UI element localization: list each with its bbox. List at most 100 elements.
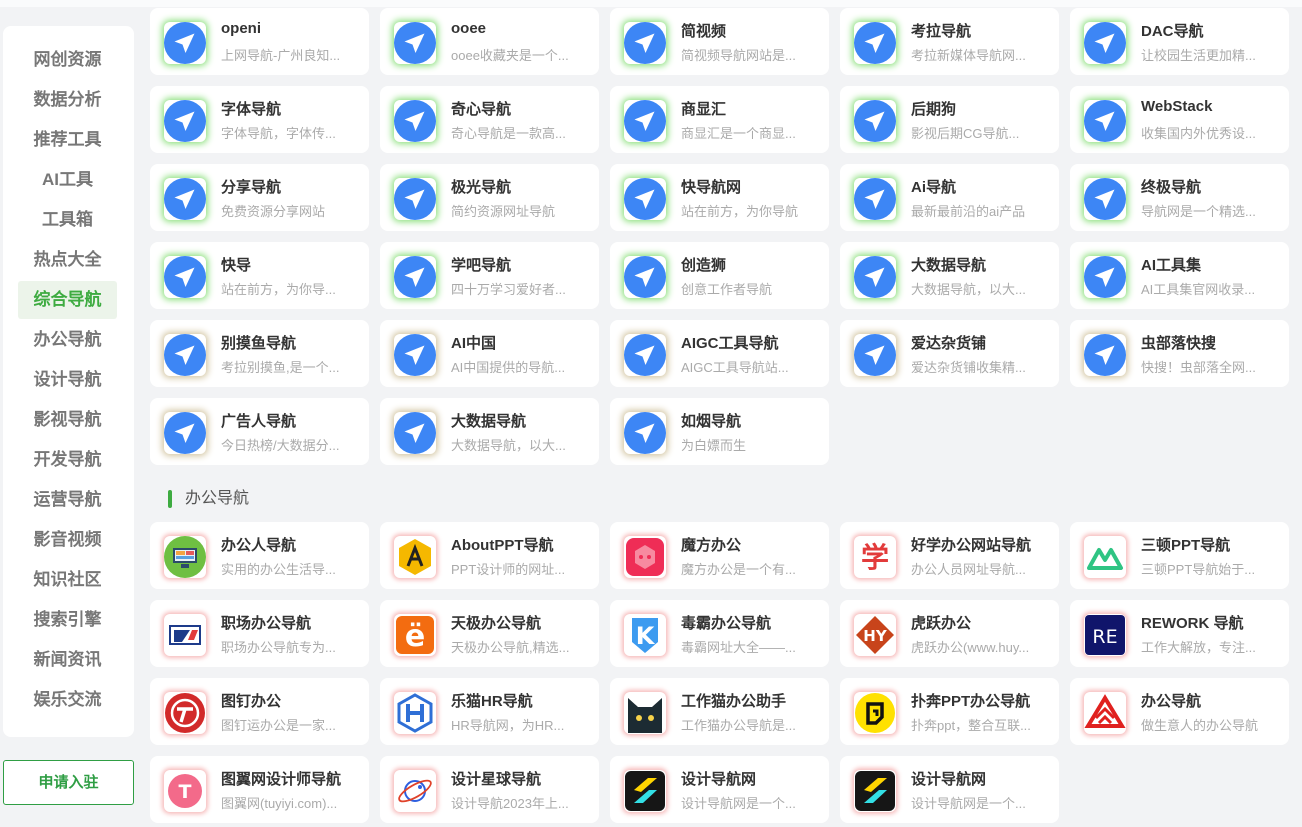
site-card[interactable]: RE REWORK 导航 工作大解放，专注... [1070,600,1289,667]
sidebar-item[interactable]: 设计导航 [18,361,117,399]
site-title: 办公人导航 [221,537,297,554]
site-card[interactable]: AI工具集 AI工具集官网收录... [1070,242,1289,309]
site-title: 虎跃办公 [911,615,972,632]
tianji-logo-icon: ë [394,614,436,656]
site-description: 图钉运办公是一家... [221,718,336,733]
site-title: 办公导航 [1141,693,1202,710]
site-title: 设计导航网 [911,771,987,788]
paper-plane-icon [1084,100,1126,142]
site-card[interactable]: AI中国 AI中国提供的导航... [380,320,599,387]
sidebar-item[interactable]: 知识社区 [18,561,117,599]
apply-button[interactable]: 申请入驻 [3,760,134,805]
tuyi-logo-icon: T [164,770,206,812]
site-card[interactable]: 快导航网 站在前方，为你导航 [610,164,829,231]
site-description: 今日热榜/大数据分... [221,438,340,453]
sidebar-item[interactable]: 数据分析 [18,81,117,119]
site-card[interactable]: WebStack 收集国内外优秀设... [1070,86,1289,153]
site-card[interactable]: HY 虎跃办公 虎跃办公(www.huy... [840,600,1059,667]
puben-logo-icon [854,692,896,734]
site-card[interactable]: openi 上网导航-广州良知... [150,8,369,75]
shejidaohang-logo-icon [854,770,896,812]
site-card[interactable]: 办公导航 做生意人的办公导航 [1070,678,1289,745]
site-card[interactable]: 学吧导航 四十万学习爱好者... [380,242,599,309]
site-card[interactable]: 如烟导航 为白嫖而生 [610,398,829,465]
site-card[interactable]: ooee ooee收藏夹是一个... [380,8,599,75]
site-card[interactable]: 考拉导航 考拉新媒体导航网... [840,8,1059,75]
sidebar-item[interactable]: 影视导航 [18,401,117,439]
paper-plane-icon [164,22,206,64]
site-card[interactable]: 图钉办公 图钉运办公是一家... [150,678,369,745]
site-description: 职场办公导航专为... [221,640,336,655]
sidebar-item[interactable]: AI工具 [18,161,117,199]
site-card[interactable]: 工作猫办公助手 工作猫办公导航是... [610,678,829,745]
site-card[interactable]: Ai导航 最新最前沿的ai产品 [840,164,1059,231]
site-card[interactable]: 大数据导航 大数据导航，以大... [840,242,1059,309]
paper-plane-icon [624,22,666,64]
svg-text:K: K [636,622,656,650]
site-card[interactable]: 扑奔PPT办公导航 扑奔ppt，整合互联... [840,678,1059,745]
sidebar-item[interactable]: 新闻资讯 [18,641,117,679]
site-card[interactable]: 广告人导航 今日热榜/大数据分... [150,398,369,465]
sidebar-item[interactable]: 综合导航 [18,281,117,319]
sidebar-item[interactable]: 工具箱 [18,201,117,239]
site-card[interactable]: 爱达杂货铺 爱达杂货铺收集精... [840,320,1059,387]
sidebar-item[interactable]: 热点大全 [18,241,117,279]
sidebar-item[interactable]: 娱乐交流 [18,681,117,719]
site-description: 毒霸网址大全——... [681,640,796,655]
site-card[interactable]: 设计导航网 设计导航网是一个... [610,756,829,823]
site-card[interactable]: T 图翼网设计师导航 图翼网(tuyiyi.com)... [150,756,369,823]
site-description: HR导航网，为HR... [451,718,565,733]
sidebar-item[interactable]: 网创资源 [18,41,117,79]
site-description: 导航网是一个精选... [1141,204,1256,219]
site-card[interactable]: 字体导航 字体导航，字体传... [150,86,369,153]
site-description: ooee收藏夹是一个... [451,48,569,63]
sidebar-item[interactable]: 搜索引擎 [18,601,117,639]
svg-text:ë: ë [405,619,425,654]
site-description: 站在前方，为你导航 [681,204,799,219]
site-card[interactable]: 职场办公导航职场办公导航专为... [150,600,369,667]
sidebar-item[interactable]: 影音视频 [18,521,117,559]
site-card[interactable]: 办公人导航 实用的办公生活导... [150,522,369,589]
site-card[interactable]: AIGC工具导航 AIGC工具导航站... [610,320,829,387]
page: 网创资源 数据分析 推荐工具 AI工具 工具箱 热点大全 综合导航 办公导航 设计导航 影视导航开… [0,0,1302,827]
site-title: 魔方办公 [681,537,742,554]
paper-plane-icon [854,178,896,220]
site-card[interactable]: 奇心导航 奇心导航是一款高... [380,86,599,153]
site-card[interactable]: 大数据导航 大数据导航，以大... [380,398,599,465]
site-card[interactable]: 商显汇 商显汇是一个商显... [610,86,829,153]
site-card[interactable]: 魔方办公 魔方办公是一个有... [610,522,829,589]
site-card[interactable]: AboutPPT导航 PPT设计师的网址... [380,522,599,589]
site-title: 极光导航 [451,179,512,196]
site-card[interactable]: 虫部落快搜 快搜！虫部落全网... [1070,320,1289,387]
bangong-logo-icon [1084,692,1126,734]
site-title: 乐猫HR导航 [451,693,533,710]
sidebar-item[interactable]: 开发导航 [18,441,117,479]
site-card[interactable]: 设计导航网 设计导航网是一个... [840,756,1059,823]
site-title: Ai导航 [911,179,957,196]
site-card[interactable]: 三顿PPT导航 三顿PPT导航始于... [1070,522,1289,589]
site-card[interactable]: K 毒霸办公导航 毒霸网址大全——... [610,600,829,667]
sidebar-item[interactable]: 运营导航 [18,481,117,519]
site-card[interactable]: 极光导航 简约资源网址导航 [380,164,599,231]
site-card[interactable]: ë 天极办公导航 天极办公导航,精选... [380,600,599,667]
site-title: 职场办公导航 [221,615,312,632]
site-card[interactable]: DAC导航 让校园生活更加精... [1070,8,1289,75]
site-card[interactable]: 设计星球导航 设计导航2023年上... [380,756,599,823]
site-card[interactable]: 学 好学办公网站导航 办公人员网址导航... [840,522,1059,589]
site-card[interactable]: 别摸鱼导航 考拉别摸鱼,是一个... [150,320,369,387]
sidebar-item[interactable]: 办公导航 [18,321,117,359]
site-card[interactable]: 简视频 简视频导航网站是... [610,8,829,75]
sidebar-item[interactable]: 推荐工具 [18,121,117,159]
site-card[interactable]: 乐猫HR导航 HR导航网，为HR... [380,678,599,745]
site-card[interactable]: 终极导航 导航网是一个精选... [1070,164,1289,231]
site-card[interactable]: 创造狮 创意工作者导航 [610,242,829,309]
site-title: 如烟导航 [681,413,742,430]
site-card[interactable]: 分享导航 免费资源分享网站 [150,164,369,231]
site-card[interactable]: 快导 站在前方，为你导... [150,242,369,309]
site-title: openi [221,20,261,37]
planet-logo-icon [394,770,436,812]
site-card[interactable]: 后期狗 影视后期CG导航... [840,86,1059,153]
lemao-logo-icon [394,692,436,734]
site-description: 简视频导航网站是... [681,48,796,63]
paper-plane-icon [1084,334,1126,376]
